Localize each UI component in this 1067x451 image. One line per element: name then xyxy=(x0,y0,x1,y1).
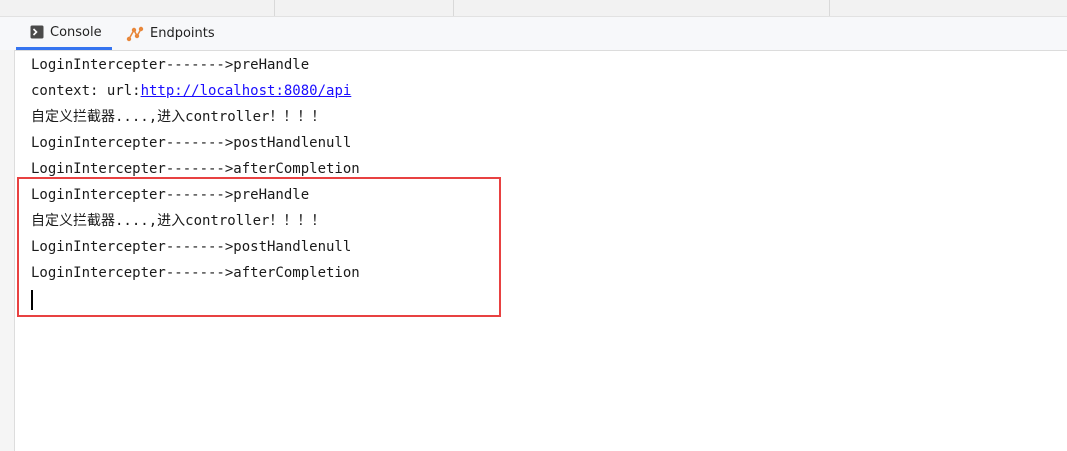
top-strip-divider xyxy=(453,0,454,16)
top-window-strip xyxy=(0,0,1067,17)
top-strip-divider xyxy=(829,0,830,16)
console-line: LoginIntercepter------->afterCompletion xyxy=(31,161,360,177)
console-line: context: url:http://localhost:8080/api xyxy=(31,81,351,101)
tool-window-tabbar: Console Endpoints xyxy=(0,17,1067,51)
tab-endpoints-label: Endpoints xyxy=(150,26,215,41)
tab-console[interactable]: Console xyxy=(16,17,112,50)
tab-console-label: Console xyxy=(50,24,102,40)
console-line: LoginIntercepter------->preHandle xyxy=(31,57,310,73)
console-icon xyxy=(30,25,44,39)
url-link[interactable]: http://localhost:8080/api xyxy=(141,83,352,99)
console-line-text: context: url: xyxy=(31,83,141,99)
console-line: 自定义拦截器....,进入controller！！！！ xyxy=(31,109,326,125)
highlight-box xyxy=(17,177,501,317)
top-strip-divider xyxy=(274,0,275,16)
endpoints-icon xyxy=(126,26,144,42)
text-caret xyxy=(31,290,33,310)
tab-endpoints[interactable]: Endpoints xyxy=(122,17,222,50)
console-line: LoginIntercepter------->postHandlenull xyxy=(31,135,352,151)
left-gutter xyxy=(0,50,15,451)
